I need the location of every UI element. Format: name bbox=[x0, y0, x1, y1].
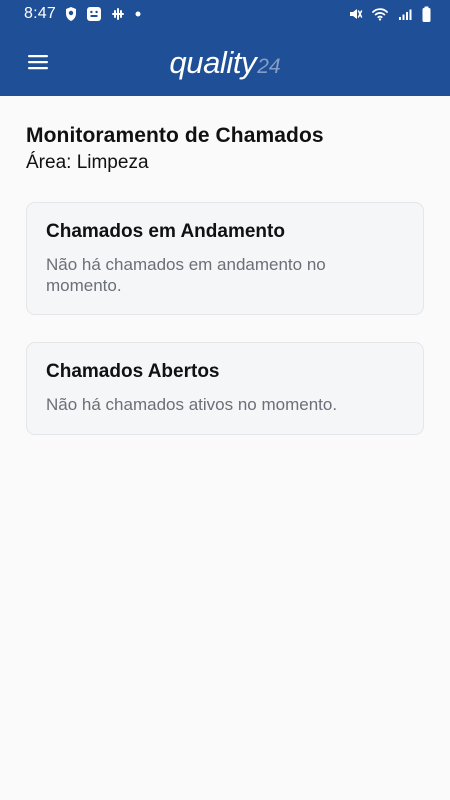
menu-button[interactable] bbox=[18, 42, 58, 82]
status-time: 8:47 bbox=[24, 5, 56, 22]
status-right bbox=[347, 6, 432, 23]
logo-text: quality bbox=[169, 44, 257, 80]
teams-icon bbox=[86, 6, 102, 22]
signal-icon bbox=[397, 6, 413, 22]
status-bar: 8:47 bbox=[0, 0, 450, 28]
card-title: Chamados em Andamento bbox=[46, 221, 285, 242]
page-title: Monitoramento de Chamados bbox=[26, 124, 324, 147]
menu-icon bbox=[27, 53, 49, 71]
wifi-icon bbox=[371, 6, 389, 22]
card-title: Chamados Abertos bbox=[46, 361, 220, 382]
battery-icon bbox=[421, 6, 432, 23]
main-content: Monitoramento de Chamados Área: Limpeza … bbox=[26, 122, 424, 435]
card-chamados-em-andamento: Chamados em Andamento Não há chamados em… bbox=[26, 202, 424, 315]
card-chamados-abertos: Chamados Abertos Não há chamados ativos … bbox=[26, 342, 424, 435]
mute-icon bbox=[347, 6, 363, 22]
notification-dot-icon bbox=[134, 10, 142, 18]
page-subtitle: Área: Limpeza bbox=[26, 152, 149, 173]
logo-mark: 24 bbox=[257, 54, 281, 78]
card-message: Não há chamados ativos no momento. bbox=[46, 395, 338, 414]
logo: quality 24 bbox=[169, 47, 280, 78]
card-message: Não há chamados em andamento no momento. bbox=[46, 255, 326, 295]
app-header: quality 24 bbox=[0, 28, 450, 96]
slack-icon bbox=[110, 6, 126, 22]
status-left: 8:47 bbox=[24, 5, 142, 23]
shield-icon bbox=[64, 6, 78, 22]
